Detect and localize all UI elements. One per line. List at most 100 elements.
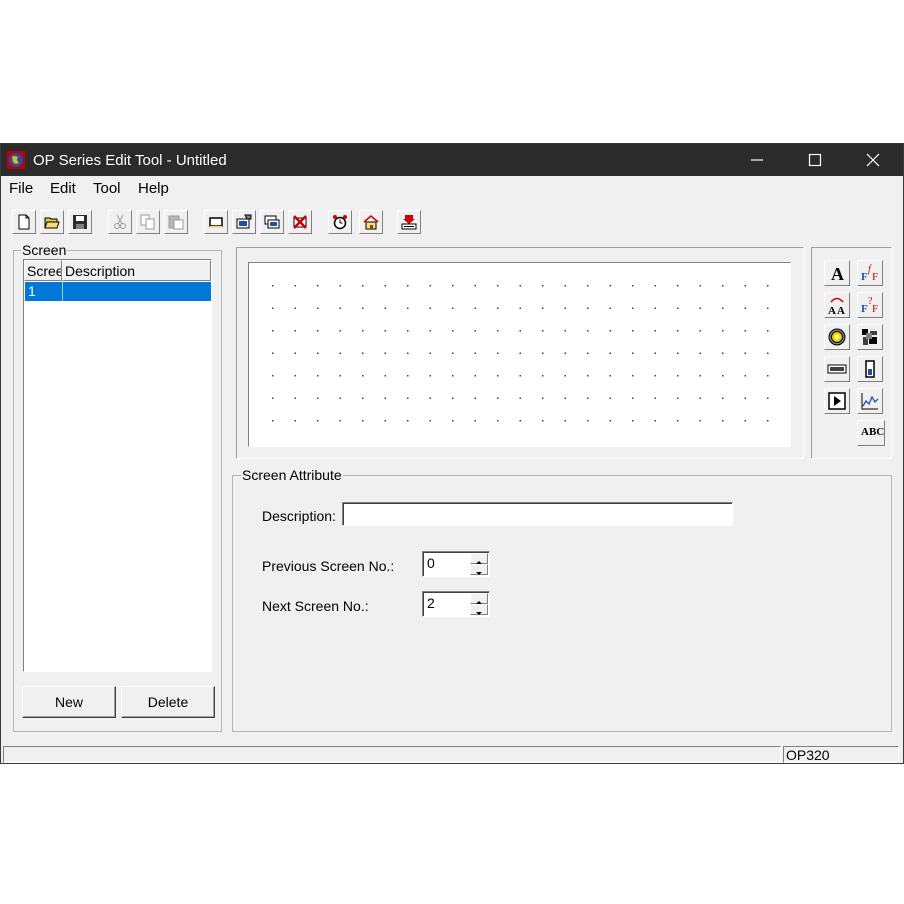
grid-dot: [339, 375, 341, 377]
lcd-canvas[interactable]: [248, 262, 791, 447]
new-screen-button[interactable]: New: [22, 686, 116, 718]
screen-properties-button[interactable]: [232, 210, 256, 234]
grid-dot: [407, 307, 409, 309]
grid-dot: [744, 307, 746, 309]
grid-dot: [654, 397, 656, 399]
new-file-button[interactable]: [12, 210, 36, 234]
next-screen-up-button[interactable]: [470, 593, 488, 604]
grid-dot: [339, 307, 341, 309]
svg-text:F: F: [872, 271, 878, 283]
description-field[interactable]: [342, 502, 733, 526]
grid-dot: [384, 285, 386, 287]
grid-dot: [294, 375, 296, 377]
grid-dot: [744, 330, 746, 332]
grid-dot: [587, 330, 589, 332]
grid-dot: [699, 307, 701, 309]
screen-group-label: Screen: [21, 242, 68, 258]
grid-dot: [474, 375, 476, 377]
add-screen-icon: [209, 217, 223, 228]
grid-dot: [654, 330, 656, 332]
text-tool-button[interactable]: A: [824, 260, 850, 286]
grid-dot: [429, 375, 431, 377]
grid-dot: [474, 420, 476, 422]
grid-dot: [294, 352, 296, 354]
bitmap-tool-button[interactable]: [857, 324, 883, 350]
grid-dot: [384, 352, 386, 354]
grid-dot: [677, 307, 679, 309]
menu-bar: File Edit Tool Help: [1, 176, 903, 200]
menu-file[interactable]: File: [9, 180, 33, 197]
numeric-display-tool-button[interactable]: [824, 356, 850, 382]
close-button[interactable]: [844, 144, 902, 176]
maximize-button[interactable]: [786, 144, 844, 176]
column-header-description[interactable]: Description: [62, 260, 211, 281]
screen-number-cell: 1: [28, 283, 36, 299]
column-header-screen[interactable]: Screen: [24, 260, 62, 281]
grid-dot: [362, 330, 364, 332]
grid-dot: [339, 285, 341, 287]
grid-dot: [722, 330, 724, 332]
download-button[interactable]: [397, 210, 421, 234]
grid-dot: [429, 285, 431, 287]
menu-help[interactable]: Help: [138, 180, 169, 197]
ascii-text-tool-button[interactable]: ABC: [857, 420, 885, 446]
delete-screen-button[interactable]: [288, 210, 312, 234]
previous-screen-up-button[interactable]: [470, 553, 488, 564]
formula-multi-tool-icon: F?F: [861, 296, 878, 315]
add-screen-button[interactable]: [204, 210, 228, 234]
grid-dot: [609, 397, 611, 399]
menu-edit[interactable]: Edit: [50, 180, 76, 197]
grid-dot: [497, 397, 499, 399]
dynamic-text-tool-button[interactable]: AA: [824, 292, 850, 318]
grid-dot: [294, 420, 296, 422]
save-button[interactable]: [68, 210, 92, 234]
grid-dot: [677, 420, 679, 422]
previous-screen-down-button[interactable]: [470, 564, 488, 575]
grid-dot: [497, 375, 499, 377]
minimize-button[interactable]: [728, 144, 786, 176]
cut-button[interactable]: [108, 210, 132, 234]
grid-dot: [384, 420, 386, 422]
paste-button[interactable]: [164, 210, 188, 234]
trend-graph-tool-icon: [861, 393, 879, 410]
formula-multi-tool-button[interactable]: F? F: [857, 292, 883, 318]
open-button[interactable]: [40, 210, 64, 234]
grid-dot: [632, 352, 634, 354]
function-key-tool-button[interactable]: [824, 388, 850, 414]
grid-dot: [452, 307, 454, 309]
grid-dot: [677, 285, 679, 287]
grid-dot: [542, 330, 544, 332]
home-button[interactable]: [359, 210, 383, 234]
next-screen-stepper[interactable]: 2: [422, 591, 490, 617]
minimize-icon: [751, 159, 763, 161]
trend-graph-tool-button[interactable]: [857, 388, 883, 414]
grid-dot: [609, 330, 611, 332]
previous-screen-value: 0: [427, 555, 435, 571]
lamp-tool-button[interactable]: [824, 324, 850, 350]
list-item[interactable]: 1: [25, 282, 211, 301]
grid-dot: [722, 307, 724, 309]
copy-screen-button[interactable]: [260, 210, 284, 234]
next-screen-down-button[interactable]: [470, 604, 488, 615]
title-bar[interactable]: OP Series Edit Tool - Untitled: [1, 144, 903, 176]
grid-dot: [767, 330, 769, 332]
formula-text-tool-icon: FfF: [861, 264, 878, 283]
app-window: OP Series Edit Tool - Untitled File Edit…: [0, 143, 904, 764]
copy-button[interactable]: [136, 210, 160, 234]
grid-dot: [564, 420, 566, 422]
grid-dot: [272, 285, 274, 287]
bar-graph-tool-button[interactable]: [857, 356, 883, 382]
close-icon: [866, 153, 880, 167]
grid-dot: [362, 375, 364, 377]
menu-tool[interactable]: Tool: [93, 180, 121, 197]
previous-screen-stepper[interactable]: 0: [422, 551, 490, 577]
grid-dot: [632, 285, 634, 287]
formula-text-tool-button[interactable]: FfF: [857, 260, 883, 286]
grid-dot: [722, 375, 724, 377]
grid-dot: [407, 330, 409, 332]
alarm-button[interactable]: [328, 210, 352, 234]
grid-dot: [272, 352, 274, 354]
delete-screen-list-button[interactable]: Delete: [121, 686, 215, 718]
grid-dot: [654, 307, 656, 309]
screen-list[interactable]: Screen Description 1: [23, 259, 212, 672]
